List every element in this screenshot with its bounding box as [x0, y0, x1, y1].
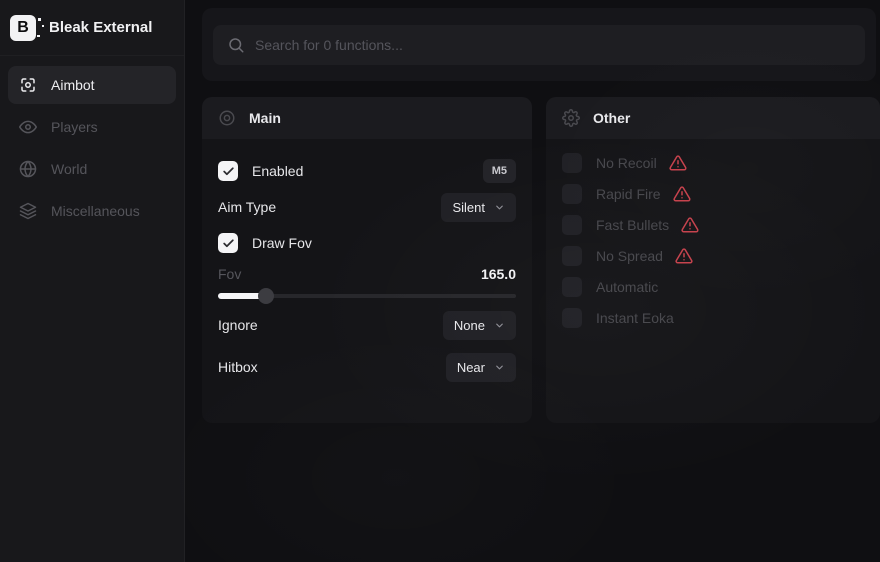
no-spread-row: No Spread — [562, 240, 864, 271]
sidebar-item-label: Players — [51, 119, 98, 135]
fov-row: Fov 165.0 — [218, 259, 516, 289]
search-box[interactable] — [213, 25, 865, 65]
fast-bullets-row: Fast Bullets — [562, 209, 864, 240]
warning-icon — [673, 185, 691, 203]
other-panel-body: No Recoil Rapid Fire Fast Bullets No Spr… — [546, 139, 880, 341]
no-recoil-checkbox[interactable] — [562, 153, 582, 173]
main-panel-title: Main — [249, 110, 281, 126]
automatic-label: Automatic — [596, 279, 658, 295]
sidebar: B Bleak External Aimbot Players — [0, 0, 185, 562]
chevron-down-icon — [494, 362, 505, 373]
ignore-select[interactable]: None — [443, 311, 516, 340]
aim-type-label: Aim Type — [218, 199, 276, 215]
fov-value: 165.0 — [481, 266, 516, 282]
aim-type-select[interactable]: Silent — [441, 193, 516, 222]
instant-eoka-label: Instant Eoka — [596, 310, 674, 326]
chevron-down-icon — [494, 320, 505, 331]
other-panel-title: Other — [593, 110, 630, 126]
sidebar-item-miscellaneous[interactable]: Miscellaneous — [8, 192, 176, 230]
fov-slider-row — [218, 289, 516, 303]
no-recoil-label: No Recoil — [596, 155, 657, 171]
instant-eoka-checkbox[interactable] — [562, 308, 582, 328]
hitbox-row: Hitbox Near — [218, 347, 516, 387]
automatic-row: Automatic — [562, 271, 864, 302]
sidebar-item-players[interactable]: Players — [8, 108, 176, 146]
enabled-row: Enabled M5 — [218, 155, 516, 187]
sidebar-item-label: Miscellaneous — [51, 203, 140, 219]
globe-icon — [19, 160, 37, 178]
no-recoil-row: No Recoil — [562, 147, 864, 178]
search-input[interactable] — [255, 37, 851, 53]
app-title: Bleak External — [49, 19, 152, 36]
main-panel-header: Main — [202, 97, 532, 139]
automatic-checkbox[interactable] — [562, 277, 582, 297]
fov-label: Fov — [218, 266, 241, 282]
chevron-down-icon — [494, 202, 505, 213]
fast-bullets-checkbox[interactable] — [562, 215, 582, 235]
warning-icon — [681, 216, 699, 234]
rapid-fire-checkbox[interactable] — [562, 184, 582, 204]
search-container — [202, 8, 876, 81]
sidebar-item-world[interactable]: World — [8, 150, 176, 188]
enabled-keybind-badge[interactable]: M5 — [483, 159, 516, 183]
hitbox-value: Near — [457, 360, 485, 375]
gear-icon — [562, 109, 580, 127]
aim-type-row: Aim Type Silent — [218, 187, 516, 227]
main-panel-body: Enabled M5 Aim Type Silent Draw Fov Fov … — [202, 139, 532, 395]
hitbox-select[interactable]: Near — [446, 353, 516, 382]
ignore-value: None — [454, 318, 485, 333]
enabled-label: Enabled — [252, 163, 303, 179]
ignore-row: Ignore None — [218, 303, 516, 347]
target-icon — [218, 109, 236, 127]
aim-type-value: Silent — [452, 200, 485, 215]
fov-slider[interactable] — [218, 289, 516, 303]
sidebar-item-aimbot[interactable]: Aimbot — [8, 66, 176, 104]
draw-fov-row: Draw Fov — [218, 227, 516, 259]
rapid-fire-row: Rapid Fire — [562, 178, 864, 209]
eye-icon — [19, 118, 37, 136]
ignore-label: Ignore — [218, 317, 258, 333]
sidebar-item-label: Aimbot — [51, 77, 95, 93]
layers-icon — [19, 202, 37, 220]
sidebar-item-label: World — [51, 161, 87, 177]
enabled-checkbox[interactable] — [218, 161, 238, 181]
main-panel: Main Enabled M5 Aim Type Silent — [202, 97, 532, 423]
rapid-fire-label: Rapid Fire — [596, 186, 661, 202]
sidebar-nav: Aimbot Players World — [0, 56, 184, 244]
no-spread-label: No Spread — [596, 248, 663, 264]
app-logo-row: B Bleak External — [0, 0, 184, 56]
fast-bullets-label: Fast Bullets — [596, 217, 669, 233]
draw-fov-checkbox[interactable] — [218, 233, 238, 253]
other-panel: Other No Recoil Rapid Fire Fast Bullets — [546, 97, 880, 423]
warning-icon — [675, 247, 693, 265]
draw-fov-label: Draw Fov — [252, 235, 312, 251]
instant-eoka-row: Instant Eoka — [562, 302, 864, 333]
search-icon — [227, 36, 245, 54]
logo-letter: B — [17, 19, 29, 37]
hitbox-label: Hitbox — [218, 359, 258, 375]
app-logo-icon: B — [10, 15, 36, 41]
fov-slider-thumb[interactable] — [258, 288, 274, 304]
crosshair-scan-icon — [19, 76, 37, 94]
no-spread-checkbox[interactable] — [562, 246, 582, 266]
other-panel-header: Other — [546, 97, 880, 139]
warning-icon — [669, 154, 687, 172]
